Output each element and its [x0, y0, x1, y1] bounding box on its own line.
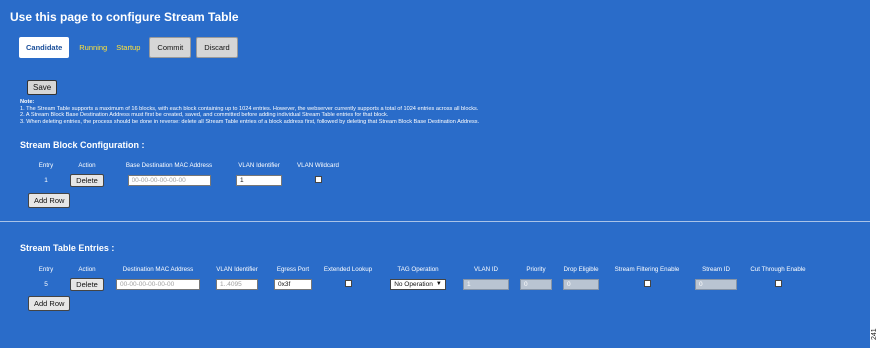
drop-eligible-input — [563, 278, 599, 290]
col-base-mac: Base Destination MAC Address — [125, 161, 213, 169]
delete-button[interactable]: Delete — [70, 173, 104, 187]
chevron-down-icon: ▼ — [435, 281, 442, 287]
section-divider — [0, 221, 870, 222]
col-destination-mac: Destination MAC Address — [122, 265, 194, 273]
col-action: Action — [78, 265, 96, 273]
tag-operation-select[interactable]: No Operation ▼ — [390, 278, 446, 290]
discard-button[interactable]: Discard — [196, 37, 238, 58]
vlan-identifier-input[interactable] — [236, 174, 282, 186]
egress-port-input[interactable] — [274, 278, 312, 290]
table-row: 5 Delete No Operation ▼ — [28, 276, 814, 292]
col-vlan-identifier: VLAN Identifier — [216, 265, 258, 273]
col-vlan-id: VLAN ID — [473, 265, 499, 273]
tag-operation-value: No Operation — [394, 280, 433, 288]
base-mac-input[interactable] — [127, 174, 211, 186]
tab-bar: Candidate Running Startup Commit Discard — [19, 37, 243, 58]
entry-number: 1 — [44, 176, 48, 184]
destination-mac-input[interactable] — [116, 278, 200, 290]
note-line-3: 3. When deleting entries, the process sh… — [20, 118, 480, 125]
delete-button[interactable]: Delete — [70, 277, 104, 291]
col-extended-lookup: Extended Lookup — [323, 265, 373, 273]
add-row-button[interactable]: Add Row — [28, 193, 71, 208]
save-button[interactable]: Save — [27, 80, 58, 95]
cut-through-checkbox[interactable] — [774, 280, 782, 288]
col-entry: Entry — [38, 265, 54, 273]
commit-button[interactable]: Commit — [149, 37, 192, 58]
table-row: 1 Delete — [28, 172, 346, 188]
col-entry: Entry — [38, 161, 54, 169]
block-config-title: Stream Block Configuration : — [20, 140, 145, 150]
figure-number: 241 — [871, 328, 878, 340]
stream-id-input — [695, 278, 737, 290]
tab-startup[interactable]: Startup — [116, 43, 140, 52]
priority-input — [520, 278, 552, 290]
notes-heading: Note: — [20, 99, 35, 105]
col-tag-operation: TAG Operation — [397, 265, 439, 273]
col-stream-id: Stream ID — [702, 265, 730, 273]
note-line-2: 2. A Stream Block Base Destination Addre… — [20, 112, 389, 119]
stream-entries-table: Entry Action Destination MAC Address VLA… — [28, 262, 814, 292]
add-row-button[interactable]: Add Row — [28, 296, 71, 311]
tab-candidate[interactable]: Candidate — [19, 37, 70, 58]
col-vlan-identifier: VLAN Identifier — [238, 161, 280, 169]
stream-filtering-checkbox[interactable] — [643, 280, 651, 288]
extended-lookup-checkbox[interactable] — [344, 280, 352, 288]
vlan-id-input — [463, 278, 509, 290]
config-panel: Use this page to configure Stream Table … — [0, 0, 870, 348]
tab-running[interactable]: Running — [79, 43, 107, 52]
page-title: Use this page to configure Stream Table — [10, 10, 239, 24]
note-line-1: 1. The Stream Table supports a maximum o… — [20, 105, 479, 112]
vlan-identifier-input[interactable] — [216, 278, 258, 290]
col-stream-filtering-enable: Stream Filtering Enable — [614, 265, 680, 273]
col-egress-port: Egress Port — [276, 265, 310, 273]
col-priority: Priority — [526, 265, 546, 273]
stream-entries-title: Stream Table Entries : — [20, 243, 115, 253]
col-action: Action — [78, 161, 96, 169]
vlan-wildcard-checkbox[interactable] — [314, 176, 322, 184]
block-config-table: Entry Action Base Destination MAC Addres… — [28, 158, 346, 188]
col-drop-eligible: Drop Eligible — [563, 265, 599, 273]
col-vlan-wildcard: VLAN Wildcard — [297, 161, 339, 169]
entry-number: 5 — [44, 280, 48, 288]
notes-block: Note: 1. The Stream Table supports a max… — [20, 99, 479, 125]
col-cut-through-enable: Cut Through Enable — [750, 265, 806, 273]
